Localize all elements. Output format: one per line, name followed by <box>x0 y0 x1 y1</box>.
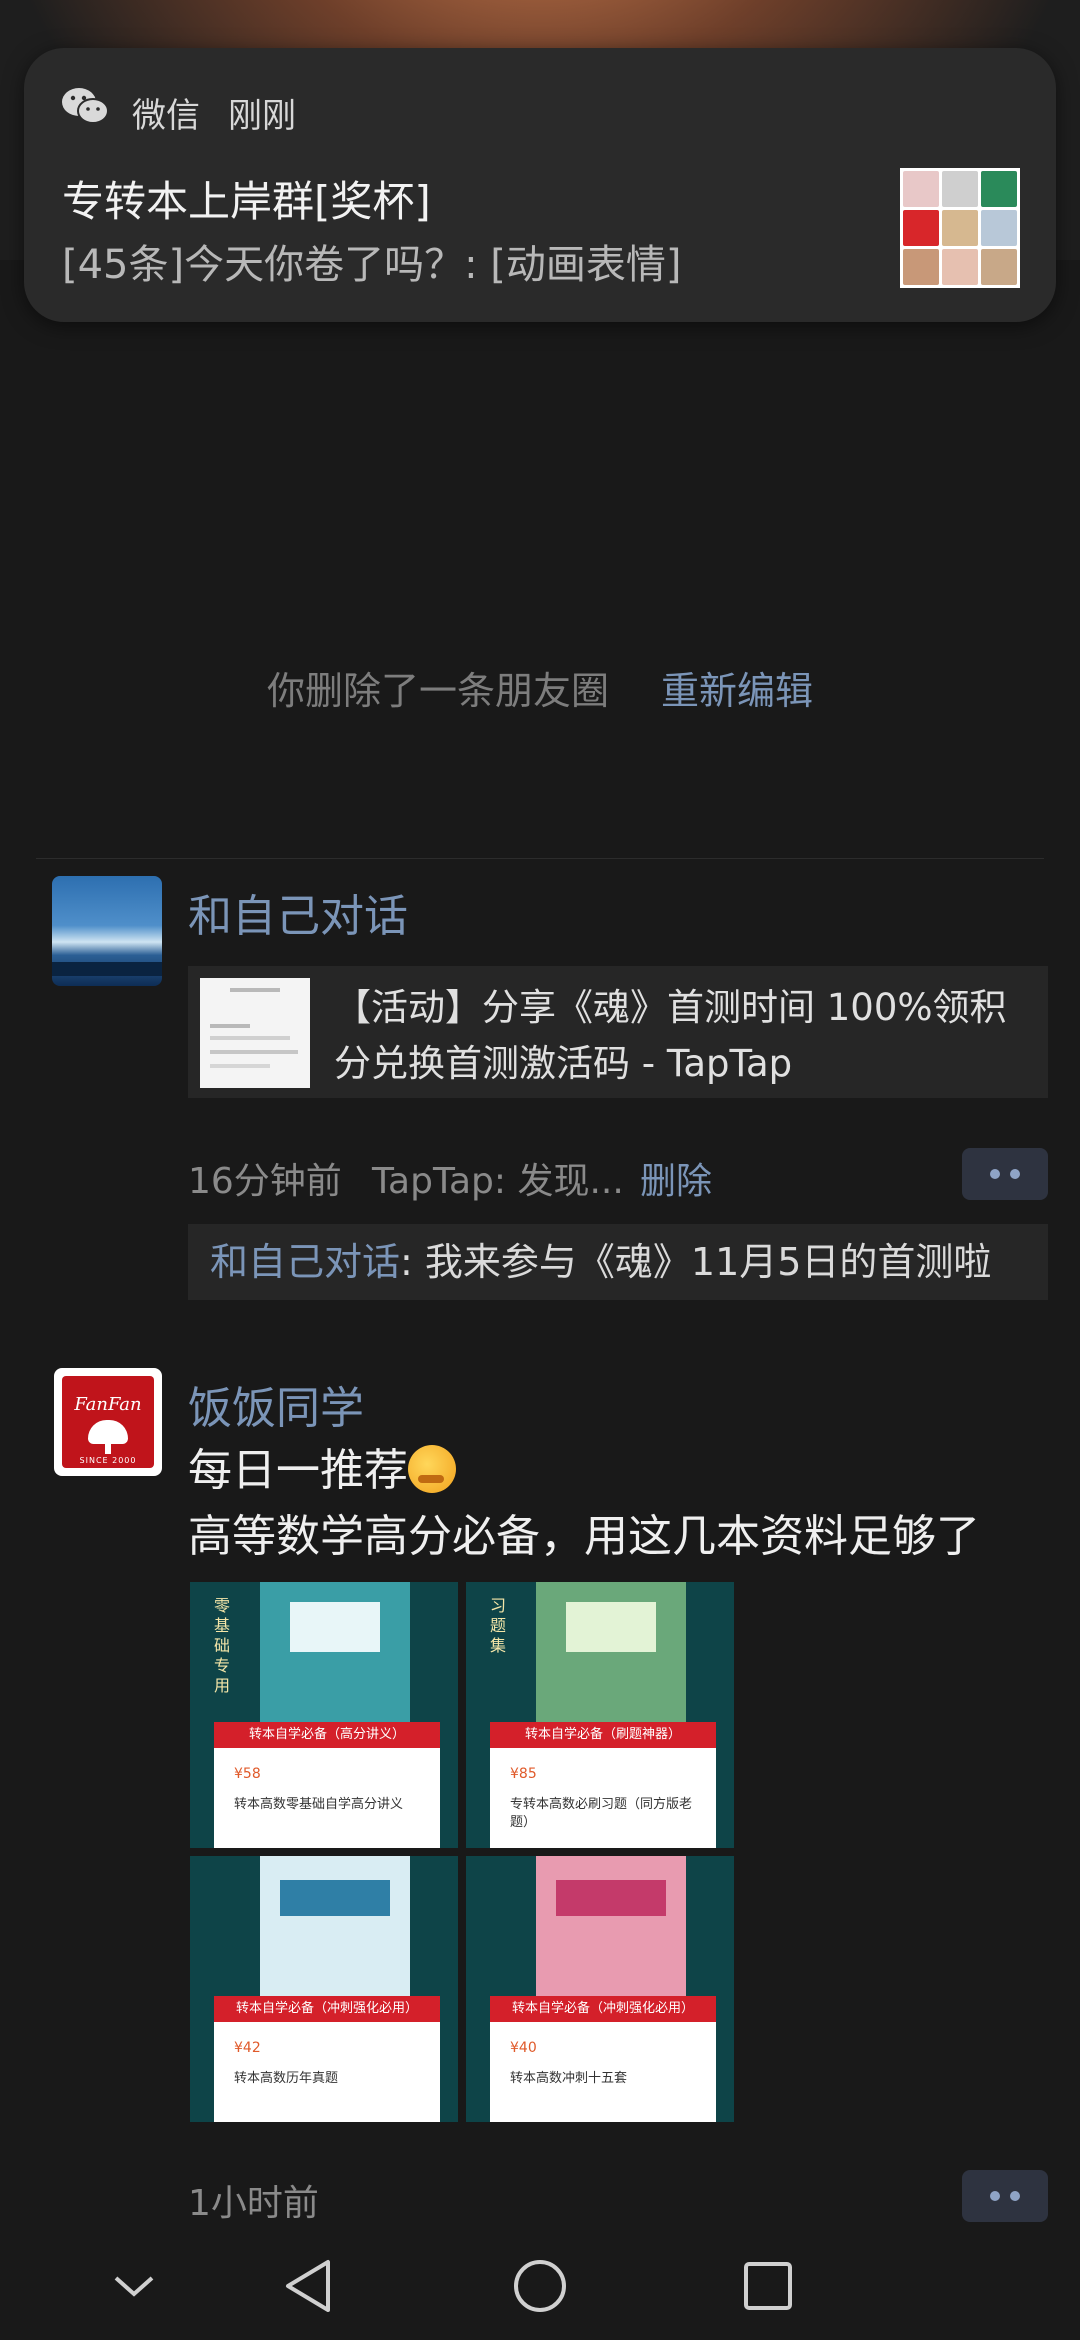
post-source[interactable]: TapTap: 发现... <box>372 1152 624 1204</box>
image-price: ¥58 <box>234 1766 261 1782</box>
post-text-line2: 高等数学高分必备，用这几本资料足够了 <box>188 1511 980 1562</box>
image-price: ¥40 <box>510 2040 537 2056</box>
post-image-1[interactable]: 零基础专用 转本自学必备（高分讲义） ¥58 转本高数零基础自学高分讲义 <box>190 1582 458 1848</box>
notification-title: 专转本上岸群[奖杯] <box>62 177 431 226</box>
post-image-4[interactable]: 转本自学必备（冲刺强化必用） ¥40 转本高数冲刺十五套 <box>466 1856 734 2122</box>
chevron-down-icon <box>114 2276 154 2297</box>
avatar-since-text: SINCE 2000 <box>79 1456 137 1465</box>
wechat-icon <box>62 88 109 124</box>
image-vertical-text: 习题集 <box>490 1596 507 1655</box>
image-banner: 转本自学必备（刷题神器） <box>524 1727 681 1742</box>
comment-row[interactable]: 和自己对话: 我来参与《魂》11月5日的首测啦 <box>188 1224 1048 1300</box>
back-triangle-icon <box>286 2260 330 2312</box>
image-banner: 转本自学必备（冲刺强化必用） <box>235 2001 418 2016</box>
thinking-face-icon <box>408 1445 456 1493</box>
image-price: ¥42 <box>234 2040 261 2056</box>
image-vertical-text: 零基础专用 <box>214 1596 231 1695</box>
more-dots-icon <box>990 1169 1000 1179</box>
re-edit-link[interactable]: 重新编辑 <box>661 669 813 713</box>
image-banner: 转本自学必备（高分讲义） <box>248 1727 405 1742</box>
home-button[interactable] <box>508 2254 572 2318</box>
image-desc: 专转本高数必刷习题（同方版老题） <box>510 1797 693 1830</box>
post-text-line1: 每日一推荐 <box>188 1445 408 1496</box>
recents-button[interactable] <box>736 2254 800 2318</box>
image-desc: 转本高数冲刺十五套 <box>510 2071 628 2086</box>
system-navigation-bar <box>0 2232 1080 2340</box>
more-dots-icon <box>990 2191 1000 2201</box>
post-author[interactable]: 和自己对话 <box>188 880 408 944</box>
delete-post-link[interactable]: 删除 <box>640 1152 712 1204</box>
image-desc: 转本高数零基础自学高分讲义 <box>234 1797 404 1812</box>
wechat-notification[interactable]: 微信 刚刚 专转本上岸群[奖杯] [45条]今天你卷了吗？: [动画表情] <box>24 48 1056 322</box>
comment-author[interactable]: 和自己对话 <box>210 1240 400 1284</box>
image-grid: 零基础专用 转本自学必备（高分讲义） ¥58 转本高数零基础自学高分讲义 习题集 … <box>190 1582 734 2122</box>
notification-body: [45条]今天你卷了吗？: [动画表情] <box>62 242 682 288</box>
link-title: 【活动】分享《魂》首测时间 100%领积分兑换首测激活码 - TapTap <box>334 986 1007 1085</box>
post-author[interactable]: 饭饭同学 <box>188 1372 364 1436</box>
shared-link-card[interactable]: 【活动】分享《魂》首测时间 100%领积分兑换首测激活码 - TapTap <box>188 966 1048 1098</box>
image-price: ¥85 <box>510 1766 537 1782</box>
post-time: 1小时前 <box>188 2183 319 2224</box>
post-image-2[interactable]: 习题集 转本自学必备（刷题神器） ¥85 专转本高数必刷习题（同方版老题） <box>466 1582 734 1848</box>
notification-app-name: 微信 <box>132 96 200 136</box>
comment-text: : 我来参与《魂》11月5日的首测啦 <box>400 1240 992 1284</box>
home-circle-icon <box>514 2260 566 2312</box>
back-button[interactable] <box>276 2254 340 2318</box>
divider <box>36 858 1044 859</box>
image-desc: 转本高数历年真题 <box>234 2071 339 2086</box>
group-avatar-thumbnail <box>900 168 1020 288</box>
image-banner: 转本自学必备（冲刺强化必用） <box>511 2001 694 2016</box>
avatar[interactable]: FanFan SINCE 2000 <box>54 1368 162 1476</box>
notification-time: 刚刚 <box>228 96 296 136</box>
post-text: 每日一推荐 高等数学高分必备，用这几本资料足够了 <box>188 1438 980 1570</box>
recents-square-icon <box>744 2262 792 2310</box>
deleted-moment-notice: 你删除了一条朋友圈 重新编辑 <box>0 660 1080 715</box>
more-actions-button[interactable] <box>962 2170 1048 2222</box>
link-thumbnail <box>200 978 310 1088</box>
avatar[interactable] <box>52 876 162 986</box>
deleted-moment-text: 你删除了一条朋友圈 <box>266 669 609 713</box>
collapse-button[interactable] <box>102 2254 166 2318</box>
more-actions-button[interactable] <box>962 1148 1048 1200</box>
avatar-logo-text: FanFan <box>74 1394 142 1415</box>
post-time: 16分钟前 <box>188 1161 342 1202</box>
post-image-3[interactable]: 转本自学必备（冲刺强化必用） ¥42 转本高数历年真题 <box>190 1856 458 2122</box>
